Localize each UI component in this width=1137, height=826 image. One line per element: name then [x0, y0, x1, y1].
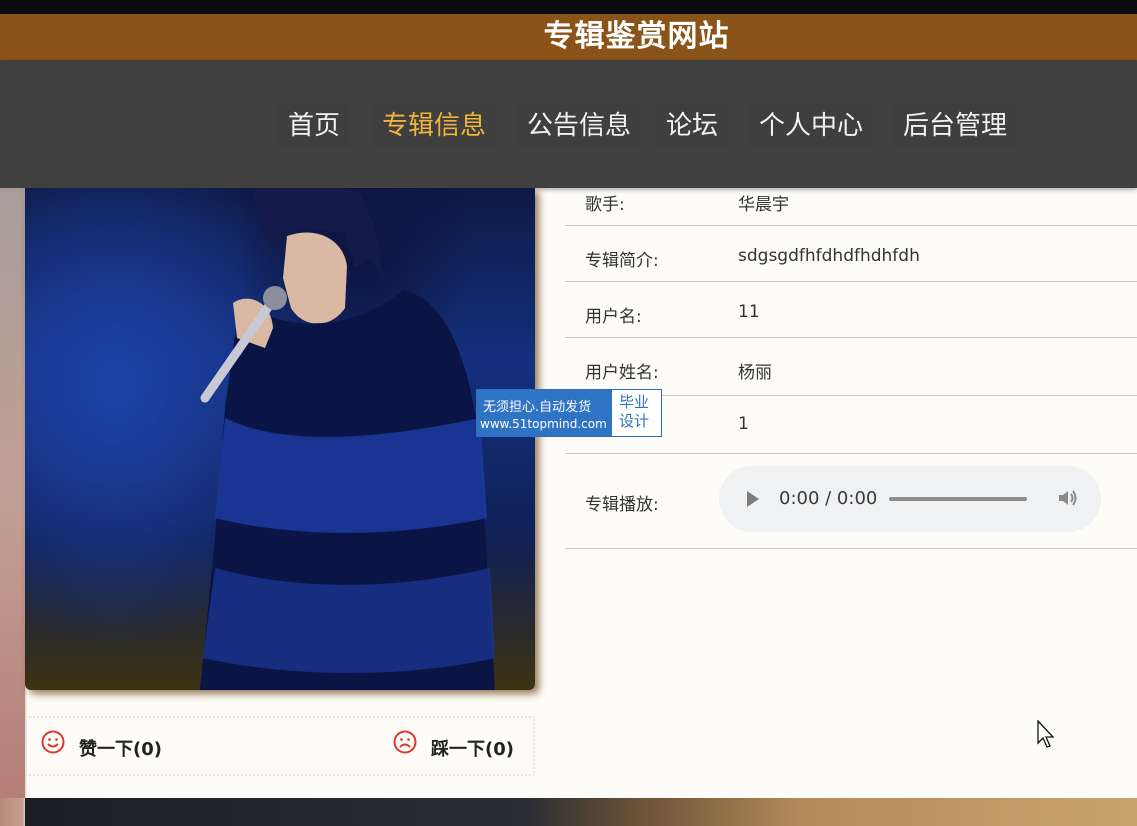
nav-item-home[interactable]: 首页 [278, 104, 351, 148]
watermark-line1: 无须担心.自动发货 [483, 400, 592, 415]
dislike-button[interactable]: 踩一下(0) [431, 735, 514, 761]
nav-item-admin[interactable]: 后台管理 [893, 104, 1018, 148]
nav-item-forum[interactable]: 论坛 [656, 104, 729, 148]
detail-row-username: 用户名: 11 [565, 282, 1137, 338]
detail-label: 专辑播放: [585, 495, 659, 515]
detail-row-singer: 歌手: 华晨宇 [565, 188, 1137, 226]
watermark-line2: www.51topmind.com [480, 417, 607, 431]
watermark-side: 毕业设计 [619, 393, 650, 430]
singer-photo [200, 188, 495, 690]
vote-box: 赞一下(0) 踩一下(0) [25, 716, 535, 776]
site-title: 专辑鉴赏网站 [543, 19, 730, 54]
detail-value: 1 [738, 414, 749, 434]
play-icon[interactable] [747, 491, 759, 507]
mouse-cursor-icon [1037, 720, 1055, 748]
watermark-badge: 无须担心.自动发货 www.51topmind.com 毕业设计 [476, 389, 662, 437]
next-section-preview [25, 798, 1137, 826]
main-nav: 首页 专辑信息 公告信息 论坛 个人中心 后台管理 [0, 60, 1137, 188]
frown-icon[interactable] [393, 730, 417, 754]
window-top-strip [0, 0, 1137, 14]
detail-value: 11 [738, 302, 760, 322]
like-button[interactable]: 赞一下(0) [79, 735, 162, 761]
detail-label: 用户名: [585, 307, 642, 327]
album-cover-image [25, 188, 535, 690]
audio-time: 0:00 / 0:00 [779, 488, 878, 509]
site-title-bar: 专辑鉴赏网站 [0, 14, 1137, 60]
nav-item-announcements[interactable]: 公告信息 [517, 104, 642, 148]
detail-label: 专辑简介: [585, 251, 659, 271]
detail-row-user-fullname: 用户姓名: 杨丽 [565, 338, 1137, 396]
detail-value: 杨丽 [738, 363, 772, 383]
detail-label: 歌手: [585, 195, 625, 215]
detail-value: sdgsgdfhfdhdfhdhfdh [738, 246, 920, 266]
smile-icon[interactable] [41, 730, 65, 754]
detail-label: 用户姓名: [585, 363, 659, 383]
nav-item-album-info[interactable]: 专辑信息 [372, 104, 497, 148]
album-details-table: 歌手: 华晨宇 专辑简介: sdgsgdfhfdhdfhdhfdh 用户名: 1… [565, 188, 1137, 549]
background-edge [0, 188, 25, 798]
volume-icon[interactable] [1057, 488, 1079, 513]
watermark-left: 无须担心.自动发货 www.51topmind.com [477, 390, 612, 436]
detail-row-intro: 专辑简介: sdgsgdfhfdhdfhdhfdh [565, 226, 1137, 282]
audio-progress-bar[interactable] [889, 497, 1027, 501]
detail-value: 华晨宇 [738, 195, 789, 215]
audio-player[interactable]: 0:00 / 0:00 [719, 466, 1101, 532]
nav-item-personal-center[interactable]: 个人中心 [749, 104, 874, 148]
